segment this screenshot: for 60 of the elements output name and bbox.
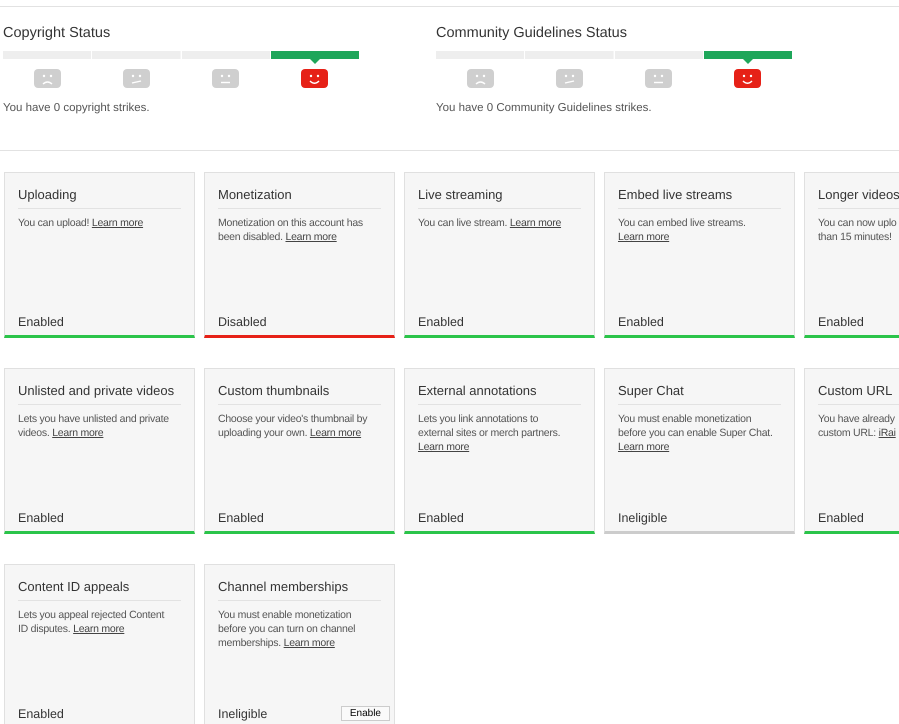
card-description: You must enable monetization before you can turn on channel memberships. Learn more [218, 608, 356, 651]
status-label: Enabled [818, 511, 864, 525]
card-description: You can upload! Learn more [18, 216, 144, 231]
card-description: You must enable monetization before you can enable Super Chat. Learn more [618, 412, 774, 456]
card-title: Longer videos [818, 173, 899, 209]
learn-more-link[interactable]: Learn more [618, 230, 670, 244]
card-description: You can embed live streams. Learn more [618, 216, 747, 246]
status-label: Enabled [218, 511, 264, 525]
sad-face-icon [34, 69, 61, 88]
status-label: Enabled [18, 707, 64, 721]
card-title: Channel memberships [218, 565, 381, 601]
learn-more-link[interactable]: Learn more [284, 637, 335, 649]
card-title: Embed live streams [618, 173, 781, 209]
strike-summary: You have 0 Community Guidelines strikes. [436, 102, 653, 114]
strike-summary: You have 0 copyright strikes. [3, 102, 151, 114]
status-label: Enabled [18, 511, 64, 525]
card-description: You can live stream. Learn more [418, 216, 562, 231]
happy-face-icon [301, 69, 328, 88]
status-label: Ineligible [618, 511, 668, 525]
card-title: Unlisted and private videos [18, 369, 181, 405]
status-label: Ineligible [218, 706, 268, 720]
status-label: Enabled [818, 315, 864, 329]
skeptical-face-icon [556, 69, 583, 88]
learn-more-link[interactable]: Learn more [310, 427, 362, 439]
card-description: You have already custom URL: iRai [818, 412, 897, 441]
learn-more-link[interactable]: Learn more [510, 217, 562, 229]
neutral-face-icon [645, 69, 672, 88]
card-description: Lets you link annotations to external sites or merch partners. Learn more [418, 412, 562, 456]
happy-face-icon [734, 69, 762, 88]
card-description: Lets you appeal rejected Content ID disputes. Learn more [18, 608, 166, 637]
card-description: Choose your video's thumbnail by uploading your own. Learn more [218, 412, 368, 441]
learn-more-link[interactable]: Learn more [618, 440, 670, 454]
section-heading: Copyright Status [3, 25, 112, 41]
card-description: You can now uplo than 15 minutes! [818, 216, 898, 245]
skeptical-face-icon [122, 69, 150, 88]
card-title: Monetization [218, 173, 381, 209]
neutral-face-icon [212, 69, 240, 88]
card-title: External annotations [418, 369, 581, 405]
learn-more-link[interactable]: Learn more [73, 623, 124, 635]
card-description: Lets you have unlisted and private videos. Learn more [18, 412, 170, 441]
card-title: Super Chat [618, 369, 781, 405]
section-heading: Community Guidelines Status [436, 25, 628, 41]
learn-more-link[interactable]: Learn more [92, 217, 144, 229]
learn-more-link[interactable]: Learn more [52, 427, 104, 439]
learn-more-link[interactable]: iRai [878, 427, 896, 439]
card-description: Monetization on this account has been disabled. Learn more [218, 216, 364, 245]
learn-more-link[interactable]: Learn more [418, 440, 470, 454]
card-title: Live streaming [418, 173, 581, 209]
status-label: Disabled [218, 315, 267, 329]
card-title: Custom thumbnails [218, 369, 381, 405]
status-label: Enabled [618, 315, 664, 329]
status-label: Enabled [418, 511, 464, 525]
enable-button[interactable]: Enable [340, 706, 390, 721]
status-label: Enabled [418, 315, 464, 329]
learn-more-link[interactable]: Learn more [285, 231, 337, 243]
card-title: Uploading [18, 173, 181, 209]
status-label: Enabled [18, 315, 64, 329]
sad-face-icon [466, 69, 494, 88]
card-title: Content ID appeals [18, 565, 181, 601]
card-title: Custom URL [818, 369, 899, 405]
